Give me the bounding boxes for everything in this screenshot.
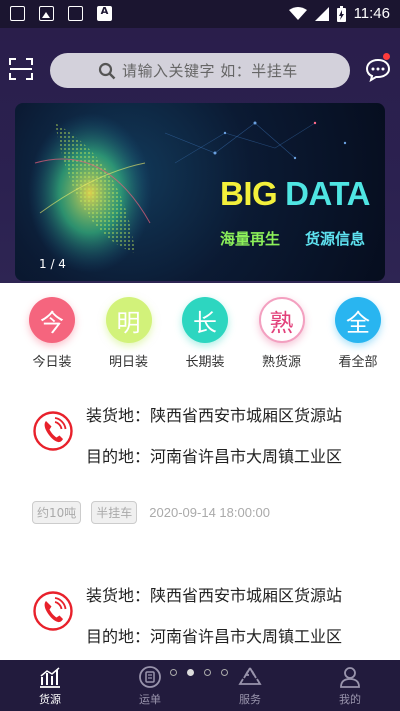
recycle-icon: [238, 667, 262, 685]
scan-icon[interactable]: [9, 58, 33, 80]
search-bar[interactable]: 请输入关键字 如：半挂车: [50, 53, 350, 88]
wifi-icon: [288, 6, 307, 20]
weight-tag: 约10吨: [32, 501, 82, 524]
a-notification-icon: A: [97, 6, 112, 21]
long-term-icon: 长: [182, 297, 228, 343]
destination-address: 目的地：河南省许昌市大周镇工业区: [86, 627, 343, 646]
battery-icon: [336, 5, 346, 22]
cargo-tags: 约10吨 半挂车 2020-09-14 18:00:00: [32, 501, 270, 524]
load-address: 装货地：陕西省西安市城厢区货源站: [86, 406, 343, 425]
nav-cargo-source[interactable]: 货源: [20, 665, 80, 707]
status-time: 11:46: [353, 5, 390, 22]
phone-call-icon[interactable]: [32, 590, 74, 632]
search-icon: [98, 62, 116, 80]
familiar-icon: 熟: [258, 297, 305, 343]
nav-label: 服务: [239, 693, 261, 706]
nav-label: 运单: [139, 693, 161, 706]
user-icon: [340, 667, 360, 688]
category-label: 看全部: [338, 355, 378, 370]
cargo-item[interactable]: 装货地：陕西省西安市城厢区货源站 目的地：河南省许昌市大周镇工业区 约10吨 半…: [0, 390, 400, 540]
inbox-notification-icon: [68, 6, 83, 21]
category-today[interactable]: 今 今日装: [24, 297, 80, 377]
category-all[interactable]: 全 看全部: [330, 297, 386, 377]
tomorrow-icon: 明: [105, 297, 152, 343]
all-icon: 全: [335, 297, 381, 343]
category-bar: 今 今日装 明 明日装 长 长期装 熟 熟货源 全 看全部: [0, 297, 400, 377]
banner-page-indicator: 1 / 4: [39, 257, 66, 271]
nav-mine[interactable]: 我的: [320, 665, 380, 707]
waybill-icon: [139, 666, 161, 688]
banner-carousel[interactable]: BIG DATA 海量再生 货源信息 1 / 4: [15, 103, 385, 281]
destination-address: 目的地：河南省许昌市大周镇工业区: [86, 447, 343, 466]
cargo-item[interactable]: 装货地：陕西省西安市城厢区货源站 目的地：河南省许昌市大周镇工业区: [0, 570, 400, 660]
page-dot: [221, 669, 228, 676]
signal-icon: [314, 6, 329, 21]
category-familiar[interactable]: 熟 熟货源: [254, 297, 310, 377]
vehicle-tag: 半挂车: [91, 501, 138, 524]
message-badge: [383, 53, 390, 60]
category-tomorrow[interactable]: 明 明日装: [101, 297, 157, 377]
category-label: 明日装: [108, 355, 148, 370]
banner-title: BIG DATA: [220, 175, 370, 212]
phone-call-icon[interactable]: [32, 410, 74, 452]
status-bar: A 11:46: [0, 0, 400, 28]
category-label: 今日装: [32, 355, 72, 370]
cargo-time: 2020-09-14 18:00:00: [149, 505, 271, 520]
banner-subtitle: 海量再生 货源信息: [220, 230, 365, 248]
page-dot: [170, 669, 177, 676]
category-label: 长期装: [185, 355, 225, 370]
bottom-nav: 货源 运单 服务 我的: [0, 660, 400, 711]
today-icon: 今: [29, 297, 75, 343]
category-long-term[interactable]: 长 长期装: [177, 297, 233, 377]
load-address: 装货地：陕西省西安市城厢区货源站: [86, 586, 343, 605]
nav-label: 货源: [39, 693, 61, 706]
nav-service[interactable]: 服务: [220, 665, 280, 707]
message-icon[interactable]: [365, 58, 391, 82]
page-dot-active: [187, 669, 194, 676]
notification-square-icon: [10, 6, 25, 21]
page-dots: [170, 669, 228, 676]
chart-icon: [40, 667, 60, 688]
search-placeholder: 请输入关键字 如：半挂车: [122, 62, 298, 80]
page-dot: [204, 669, 211, 676]
image-notification-icon: [39, 6, 54, 21]
nav-label: 我的: [339, 693, 361, 706]
category-label: 熟货源: [261, 355, 301, 370]
